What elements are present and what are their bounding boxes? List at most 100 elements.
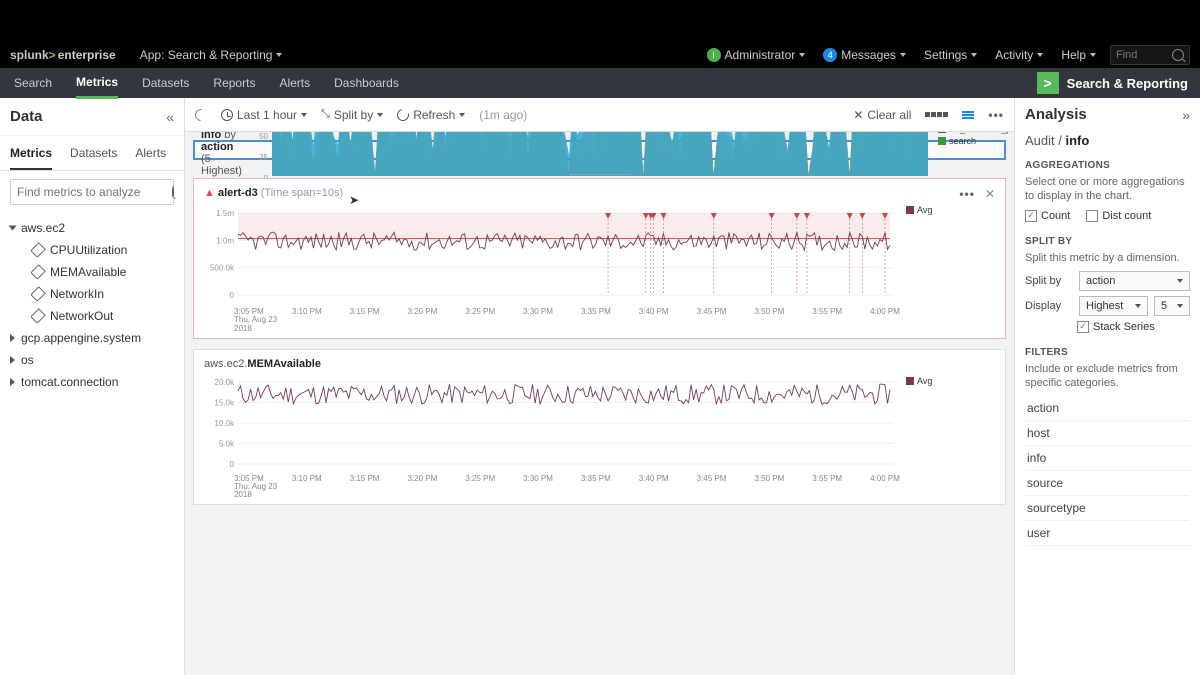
nav-reports[interactable]: Reports	[213, 69, 255, 97]
metric-icon	[30, 286, 46, 302]
tree-node-gcp[interactable]: gcp.appengine.system	[10, 327, 174, 349]
tree-label: MEMAvailable	[50, 265, 126, 279]
data-panel-title: Data	[10, 108, 166, 125]
search-icon	[1172, 49, 1184, 61]
collapse-right-icon[interactable]: »	[1182, 107, 1190, 123]
app-icon: >	[1037, 72, 1059, 94]
brand-logo: splunk>enterprise	[10, 48, 116, 62]
collapse-left-icon[interactable]: «	[166, 109, 174, 125]
chevron-right-icon	[10, 378, 15, 386]
nav-alerts[interactable]: Alerts	[279, 69, 310, 97]
checkbox-icon: ✓	[1025, 210, 1037, 222]
splitby-picker[interactable]: ⤡Split by	[321, 108, 383, 122]
timerange-picker[interactable]: Last 1 hour	[221, 108, 307, 122]
tree-node-tomcat[interactable]: tomcat.connection	[10, 371, 174, 393]
messages-label: Messages	[841, 48, 896, 62]
refresh-label: Refresh	[413, 108, 455, 122]
filter-source[interactable]: source	[1025, 471, 1190, 496]
nav-search[interactable]: Search	[14, 69, 52, 97]
clear-all-label: Clear all	[867, 108, 911, 122]
checkbox-label: Stack Series	[1093, 321, 1155, 333]
brand-suffix: enterprise	[58, 48, 116, 62]
filter-sourcetype[interactable]: sourcetype	[1025, 496, 1190, 521]
checkbox-label: Count	[1041, 210, 1070, 222]
checkbox-label: Dist count	[1102, 210, 1151, 222]
svg-text:0: 0	[230, 291, 235, 300]
tree-node-aws-ec2[interactable]: aws.ec2	[10, 217, 174, 239]
checkbox-count[interactable]: ✓ Count	[1025, 210, 1070, 222]
tree-label: CPUUtilization	[50, 243, 127, 257]
administrator-menu[interactable]: i Administrator	[707, 48, 806, 62]
filter-host[interactable]: host	[1025, 421, 1190, 446]
analysis-panel: Analysis » Audit / info AGGREGATIONS Sel…	[1015, 98, 1200, 675]
nav-dashboards[interactable]: Dashboards	[334, 69, 399, 97]
tree-label: gcp.appengine.system	[21, 331, 141, 345]
tree-leaf-networkout[interactable]: NetworkOut	[10, 305, 174, 327]
nav-datasets[interactable]: Datasets	[142, 69, 189, 97]
tree-node-os[interactable]: os	[10, 349, 174, 371]
tree-label: NetworkIn	[50, 287, 104, 301]
splitby-select[interactable]: action	[1079, 271, 1190, 291]
app-selector[interactable]: App: Search & Reporting	[140, 48, 283, 62]
tab-metrics[interactable]: Metrics	[10, 136, 52, 170]
checkbox-distcount[interactable]: Dist count	[1086, 210, 1151, 222]
tree-leaf-cpuutilization[interactable]: CPUUtilization	[10, 239, 174, 261]
chart-card-audit-info[interactable]: Audit / info by action (5 Highest) 10075…	[193, 140, 1006, 160]
filter-action[interactable]: action	[1025, 396, 1190, 421]
status-dot-icon: i	[707, 48, 721, 62]
filters-section: FILTERS Include or exclude metrics from …	[1025, 347, 1190, 547]
display-select[interactable]: Highest	[1079, 296, 1148, 316]
clock-icon	[221, 109, 233, 121]
tab-datasets[interactable]: Datasets	[70, 136, 117, 170]
nav-metrics[interactable]: Metrics	[76, 68, 118, 99]
caret-down-icon	[276, 53, 282, 57]
card-more-menu[interactable]: •••	[959, 187, 975, 201]
svg-text:10.0k: 10.0k	[214, 419, 235, 428]
x-axis: 3:05 PM3:10 PM3:15 PM3:20 PM3:25 PM3:30 …	[204, 307, 900, 316]
tab-alerts[interactable]: Alerts	[135, 136, 166, 170]
tree-label: tomcat.connection	[21, 375, 118, 389]
more-menu[interactable]: •••	[988, 108, 1004, 122]
find-input[interactable]	[1116, 49, 1166, 61]
messages-badge: 4	[823, 48, 837, 62]
chart-toolbar: Last 1 hour ⤡Split by Refresh (1m ago) ✕…	[185, 98, 1014, 132]
checkbox-stack[interactable]: ✓Stack Series	[1077, 321, 1155, 333]
metrics-search[interactable]	[10, 179, 174, 205]
date-label: Thu, Aug 23	[234, 315, 277, 324]
data-panel: Data « Metrics Datasets Alerts aws.ec2 C…	[0, 98, 185, 675]
card-close-button[interactable]: ✕	[985, 187, 995, 201]
clear-all-button[interactable]: ✕ Clear all	[853, 108, 911, 122]
help-label: Help	[1061, 48, 1086, 62]
filter-user[interactable]: user	[1025, 521, 1190, 546]
list-view-button[interactable]	[962, 110, 974, 120]
section-heading: SPLIT BY	[1025, 236, 1190, 247]
tree-leaf-networkin[interactable]: NetworkIn	[10, 283, 174, 305]
chart-card-memavailable[interactable]: aws.ec2.MEMAvailable 20.0k15.0k10.0k5.0k…	[193, 349, 1006, 506]
x-axis: 3:05 PM3:10 PM3:15 PM3:20 PM3:25 PM3:30 …	[204, 474, 900, 483]
metric-icon	[30, 264, 46, 280]
clear-icon: ✕	[853, 108, 863, 122]
display-n-select[interactable]: 5	[1154, 296, 1190, 316]
refresh-button[interactable]: Refresh	[397, 108, 465, 122]
settings-label: Settings	[924, 48, 967, 62]
chart-title: aws.ec2.MEMAvailable	[204, 358, 995, 370]
timerange-label: Last 1 hour	[237, 108, 297, 122]
tree-leaf-memavailable[interactable]: MEMAvailable	[10, 261, 174, 283]
activity-menu[interactable]: Activity	[995, 48, 1043, 62]
list-icon	[962, 110, 974, 120]
metrics-search-input[interactable]	[17, 185, 172, 199]
chart-title: Audit / info by action (5 Highest)	[201, 132, 242, 177]
metric-breadcrumb: Audit / info	[1025, 133, 1190, 148]
tree-label: NetworkOut	[50, 309, 113, 323]
undo-button[interactable]	[195, 109, 207, 121]
settings-menu[interactable]: Settings	[924, 48, 977, 62]
chart-plot: 1.5m1.0m500.0k0	[204, 205, 894, 305]
help-menu[interactable]: Help	[1061, 48, 1096, 62]
filter-info[interactable]: info	[1025, 446, 1190, 471]
caret-down-icon	[459, 113, 465, 117]
grid-view-button[interactable]	[925, 112, 948, 117]
section-help: Select one or more aggregations to displ…	[1025, 175, 1190, 204]
find-box[interactable]	[1110, 45, 1190, 65]
messages-menu[interactable]: 4 Messages	[823, 48, 906, 62]
chart-card-alert-d3[interactable]: •••✕ ▲ alert-d3 (Time span=10s) ➤ 1.5m1.…	[193, 178, 1006, 339]
